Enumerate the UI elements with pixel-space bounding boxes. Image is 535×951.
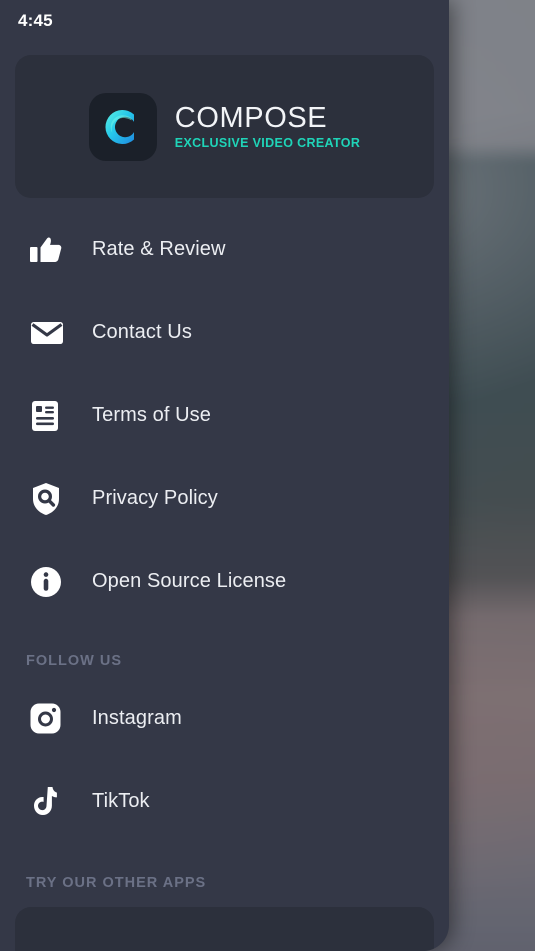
menu-item-label: TikTok	[92, 790, 150, 812]
section-heading-other-apps: TRY OUR OTHER APPS	[26, 875, 207, 891]
menu-item-open-source-license[interactable]: Open Source License	[0, 554, 449, 609]
app-title: COMPOSE	[174, 102, 328, 135]
menu-item-label: Rate & Review	[92, 238, 226, 260]
document-icon	[30, 400, 74, 432]
status-clock: 4:45	[18, 11, 53, 30]
menu-item-label: Contact Us	[92, 321, 192, 343]
compose-c-logo-icon	[88, 92, 157, 161]
other-apps-card[interactable]	[15, 907, 434, 951]
section-heading-follow-us: FOLLOW US	[26, 653, 122, 669]
instagram-icon	[30, 703, 74, 734]
menu-item-label: Privacy Policy	[92, 487, 218, 509]
thumbs-up-icon	[30, 234, 74, 266]
social-links-list: Instagram TikTok	[0, 691, 449, 829]
app-header-card: COMPOSE EXCLUSIVE VIDEO CREATOR	[15, 55, 434, 198]
phone-screen: 4:45 COMPOSE EXCLUSIVE VIDEO CREATOR Rat…	[0, 0, 535, 951]
app-subtitle: EXCLUSIVE VIDEO CREATOR	[174, 135, 361, 150]
status-bar: 4:45	[0, 0, 449, 42]
menu-item-tiktok[interactable]: TikTok	[0, 774, 449, 829]
menu-item-rate-review[interactable]: Rate & Review	[0, 222, 449, 277]
info-circle-icon	[30, 566, 74, 598]
menu-item-label: Open Source License	[92, 570, 287, 592]
shield-search-icon	[30, 482, 74, 516]
menu-item-instagram[interactable]: Instagram	[0, 691, 449, 746]
menu-item-terms-of-use[interactable]: Terms of Use	[0, 388, 449, 443]
drawer-menu-list: Rate & Review Contact Us Terms of Use Pr…	[0, 198, 449, 951]
tiktok-icon	[30, 786, 74, 818]
menu-item-contact-us[interactable]: Contact Us	[0, 305, 449, 360]
menu-item-label: Instagram	[92, 707, 182, 729]
menu-item-privacy-policy[interactable]: Privacy Policy	[0, 471, 449, 526]
brand-text-block: COMPOSE EXCLUSIVE VIDEO CREATOR	[174, 102, 361, 150]
envelope-icon	[30, 319, 74, 347]
navigation-drawer: 4:45 COMPOSE EXCLUSIVE VIDEO CREATOR Rat…	[0, 0, 449, 951]
menu-item-label: Terms of Use	[92, 404, 212, 426]
